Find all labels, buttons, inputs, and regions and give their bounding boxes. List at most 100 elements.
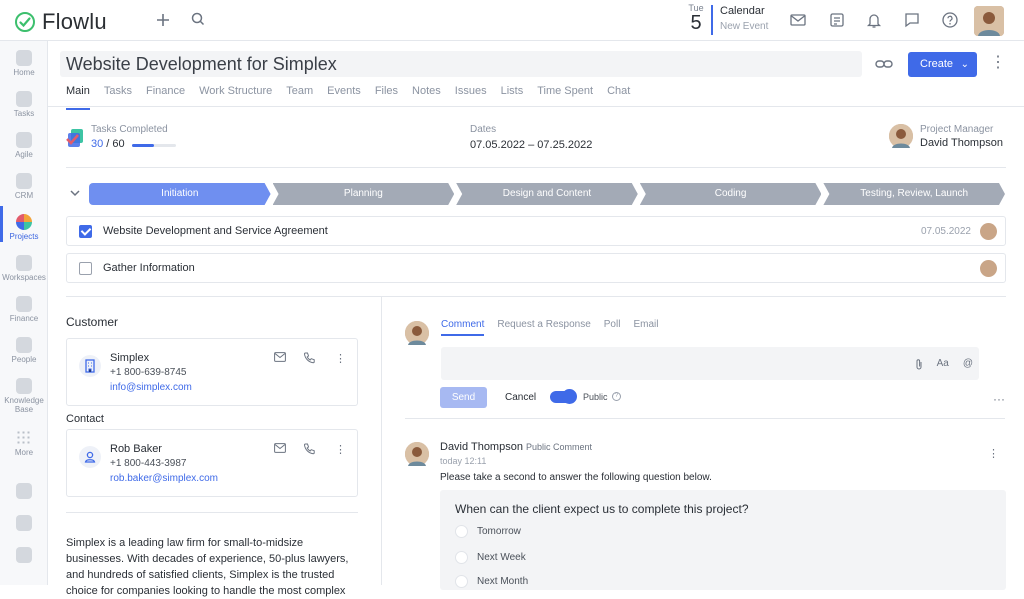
poll-option[interactable]: Next Week: [455, 551, 526, 564]
tab-tasks[interactable]: Tasks: [104, 85, 132, 103]
sidebar-item-home[interactable]: Home: [0, 50, 48, 77]
more-horizontal-icon[interactable]: ···: [993, 392, 1005, 406]
tab-work-structure[interactable]: Work Structure: [199, 85, 272, 103]
tab-notes[interactable]: Notes: [412, 85, 441, 103]
chevron-down-icon[interactable]: [70, 189, 80, 197]
send-button[interactable]: Send: [440, 387, 487, 408]
more-icon[interactable]: ⋮: [988, 447, 999, 460]
contact-name[interactable]: Rob Baker: [110, 443, 162, 455]
sidebar-label: CRM: [14, 191, 34, 200]
post-kind: Public Comment: [525, 442, 592, 452]
sidebar-item-people[interactable]: People: [0, 337, 48, 364]
comment-tab-request-a-response[interactable]: Request a Response: [497, 319, 590, 330]
plus-icon[interactable]: [154, 11, 174, 31]
new-event-link[interactable]: New Event: [720, 21, 768, 32]
comment-tabs: Comment Request a Response Poll Email: [441, 319, 671, 336]
poll-question: When can the client expect us to complet…: [455, 502, 749, 516]
link-icon[interactable]: [875, 57, 893, 71]
post-author[interactable]: David Thompson: [440, 441, 523, 453]
comment-tab-email[interactable]: Email: [633, 319, 658, 330]
project-manager-name[interactable]: David Thompson: [920, 137, 1003, 149]
task-checkbox[interactable]: [79, 225, 92, 238]
sidebar-item-workspaces[interactable]: Workspaces: [0, 255, 48, 282]
project-manager-avatar[interactable]: [889, 124, 913, 148]
app-logo[interactable]: Flowlu: [14, 9, 107, 35]
phone-icon[interactable]: [303, 352, 315, 364]
project-title-field[interactable]: Website Development for Simplex: [60, 51, 862, 77]
sidebar-item-finance[interactable]: Finance: [0, 296, 48, 323]
public-toggle[interactable]: [550, 389, 577, 404]
more-icon[interactable]: ⋮: [335, 352, 346, 365]
task-row[interactable]: Gather Information: [66, 253, 1006, 283]
mention-button[interactable]: @: [963, 358, 973, 370]
help-icon[interactable]: [941, 11, 961, 31]
task-assignee-avatar[interactable]: [980, 260, 997, 277]
sidebar-item-projects[interactable]: Projects: [0, 214, 48, 241]
stage-testing-review-launch[interactable]: Testing, Review, Launch: [823, 183, 1005, 205]
sidebar-item-crm[interactable]: CRM: [0, 173, 48, 200]
tab-files[interactable]: Files: [375, 85, 398, 103]
author-avatar[interactable]: [405, 442, 429, 466]
customer-email[interactable]: info@simplex.com: [110, 382, 192, 393]
notes-icon[interactable]: [828, 11, 848, 31]
sidebar-app-2[interactable]: [0, 515, 48, 533]
sidebar-app-3[interactable]: [0, 547, 48, 565]
more-icon[interactable]: ⋮: [335, 443, 346, 456]
comment-tab-poll[interactable]: Poll: [604, 319, 621, 330]
tab-lists[interactable]: Lists: [501, 85, 524, 103]
help-icon[interactable]: ?: [612, 392, 621, 401]
radio-button[interactable]: [455, 551, 468, 564]
bell-icon[interactable]: [865, 11, 885, 31]
mail-icon[interactable]: [274, 352, 286, 362]
tab-chat[interactable]: Chat: [607, 85, 630, 103]
stage-coding[interactable]: Coding: [640, 183, 822, 205]
chat-icon[interactable]: [903, 11, 923, 31]
tab-time-spent[interactable]: Time Spent: [537, 85, 593, 103]
tab-main[interactable]: Main: [66, 85, 90, 110]
tab-issues[interactable]: Issues: [455, 85, 487, 103]
mail-icon[interactable]: [274, 443, 286, 453]
sidebar-item-knowledge-base[interactable]: Knowledge Base: [0, 378, 48, 414]
user-avatar[interactable]: [974, 6, 1004, 36]
tab-events[interactable]: Events: [327, 85, 361, 103]
calendar-date[interactable]: Tue 5: [686, 3, 706, 33]
task-row[interactable]: Website Development and Service Agreemen…: [66, 216, 1006, 246]
mail-icon[interactable]: [789, 11, 809, 31]
calendar-widget[interactable]: Calendar New Event: [720, 5, 768, 32]
cancel-button[interactable]: Cancel: [505, 392, 536, 403]
dates-value[interactable]: 07.05.2022 – 07.25.2022: [470, 139, 592, 151]
task-checkbox[interactable]: [79, 262, 92, 275]
contact-phone: +1 800-443-3987: [110, 458, 187, 469]
sidebar-item-agile[interactable]: Agile: [0, 132, 48, 159]
comment-tab-comment[interactable]: Comment: [441, 319, 485, 336]
tab-team[interactable]: Team: [286, 85, 313, 103]
sidebar-label: Workspaces: [2, 273, 46, 282]
sidebar-item-more[interactable]: More: [0, 430, 48, 457]
task-name[interactable]: Website Development and Service Agreemen…: [103, 225, 328, 237]
app-brand: Flowlu: [42, 9, 107, 34]
phone-icon[interactable]: [303, 443, 315, 455]
comment-input[interactable]: Aa @: [441, 347, 979, 380]
poll-option[interactable]: Next Month: [455, 575, 528, 588]
search-icon[interactable]: [190, 11, 210, 31]
agile-icon: [16, 132, 32, 148]
poll-card: When can the client expect us to complet…: [440, 490, 1006, 590]
customer-name[interactable]: Simplex: [110, 352, 149, 364]
stage-initiation[interactable]: Initiation: [89, 183, 271, 205]
format-text-button[interactable]: Aa: [937, 358, 949, 370]
task-assignee-avatar[interactable]: [980, 223, 997, 240]
sidebar-item-tasks[interactable]: Tasks: [0, 91, 48, 118]
stage-planning[interactable]: Planning: [273, 183, 455, 205]
poll-option[interactable]: Tomorrow: [455, 525, 521, 538]
stage-design-and-content[interactable]: Design and Content: [456, 183, 638, 205]
task-name[interactable]: Gather Information: [103, 262, 195, 274]
tab-finance[interactable]: Finance: [146, 85, 185, 103]
sidebar-app-1[interactable]: [0, 483, 48, 501]
create-button[interactable]: Create ⌄: [908, 52, 977, 77]
more-icon[interactable]: ⋮: [990, 55, 1006, 71]
radio-button[interactable]: [455, 575, 468, 588]
radio-button[interactable]: [455, 525, 468, 538]
contact-email[interactable]: rob.baker@simplex.com: [110, 473, 218, 484]
divider: [66, 512, 358, 513]
attach-icon[interactable]: [915, 358, 923, 370]
